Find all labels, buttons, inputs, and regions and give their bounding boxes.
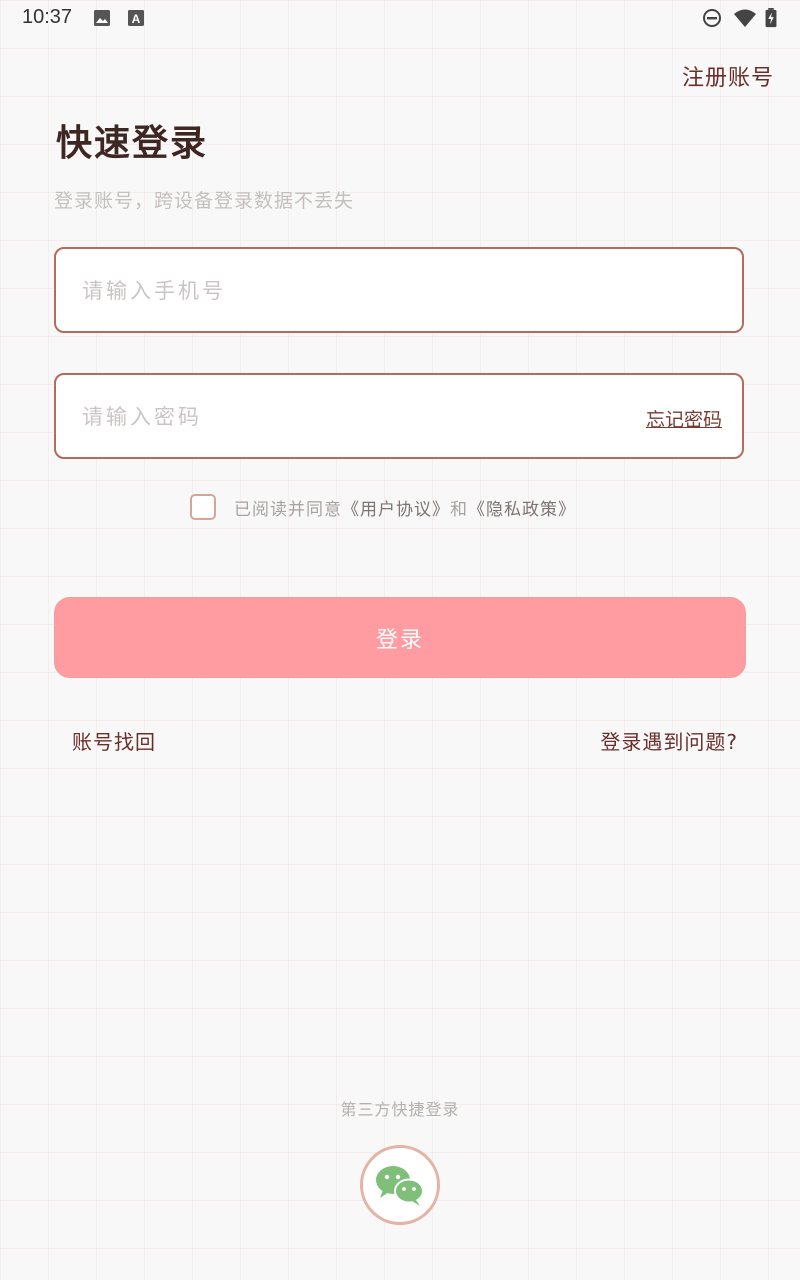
wifi-icon <box>734 9 756 27</box>
phone-input[interactable] <box>80 249 604 333</box>
page-subtitle: 登录账号，跨设备登录数据不丢失 <box>54 190 355 212</box>
status-time: 10:37 <box>22 6 73 28</box>
password-field: 忘记密码 <box>54 373 744 459</box>
phone-field <box>54 247 744 333</box>
agreement-prefix: 已阅读并同意 <box>234 499 342 520</box>
page-title: 快速登录 <box>56 123 209 164</box>
login-button[interactable]: 登录 <box>54 597 746 678</box>
register-link[interactable]: 注册账号 <box>682 60 774 92</box>
do-not-disturb-icon <box>703 9 721 27</box>
text-a-icon: A <box>128 10 144 26</box>
account-recovery-link[interactable]: 账号找回 <box>72 726 156 755</box>
agreement-checkbox[interactable] <box>190 494 216 520</box>
password-input[interactable] <box>80 375 604 459</box>
image-icon <box>94 10 110 26</box>
user-agreement-link[interactable]: 《用户协议》 <box>342 495 450 520</box>
privacy-policy-link[interactable]: 《隐私政策》 <box>468 495 576 520</box>
status-bar: 10:37 A <box>0 0 800 38</box>
third-party-label: 第三方快捷登录 <box>340 1100 460 1119</box>
login-problem-link[interactable]: 登录遇到问题? <box>600 726 738 755</box>
battery-charging-icon <box>765 8 777 28</box>
svg-text:A: A <box>132 12 141 26</box>
forgot-password-link[interactable]: 忘记密码 <box>646 405 722 432</box>
agreement-conjunction: 和 <box>450 499 468 520</box>
wechat-login-button[interactable] <box>360 1145 440 1225</box>
agreement-row: 已阅读并同意 《用户协议》 和 《隐私政策》 <box>190 493 576 521</box>
wechat-icon <box>376 1166 424 1206</box>
